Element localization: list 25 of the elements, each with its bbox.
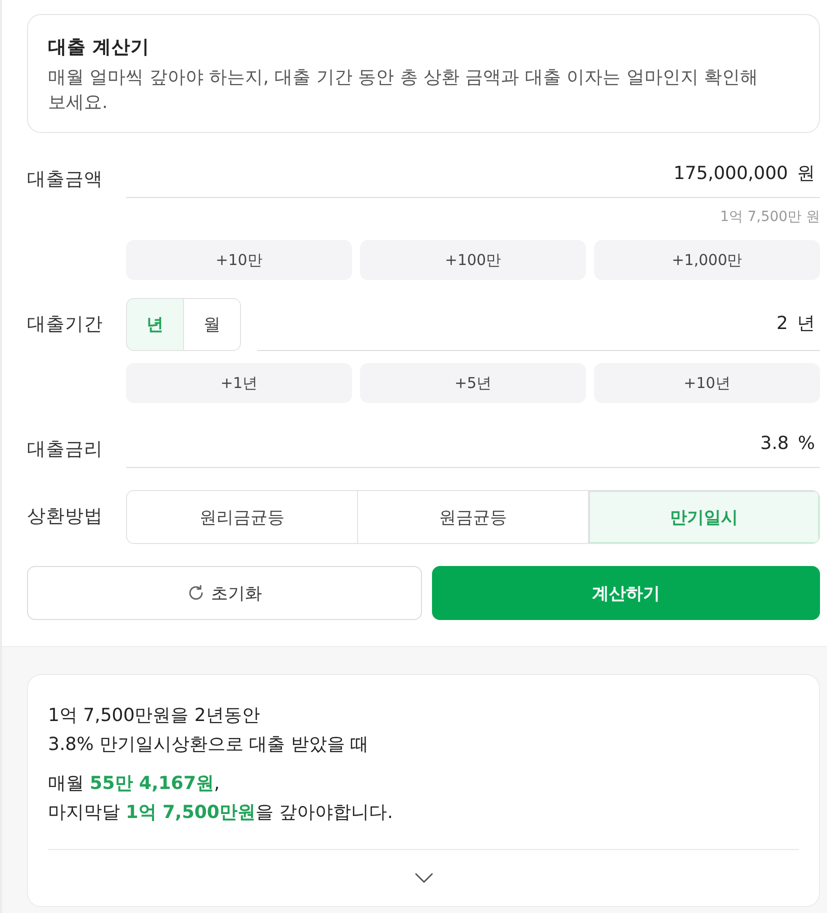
amount-hint: 1억 7,500만 원 bbox=[719, 208, 820, 227]
payment-text: 매월 55만 4,167원, bbox=[48, 772, 221, 796]
refresh-icon bbox=[187, 584, 205, 602]
increment-button[interactable]: +1년 bbox=[126, 363, 352, 403]
increment-button[interactable]: +1,000만 bbox=[594, 240, 820, 280]
field-label: 대출금리 bbox=[27, 438, 104, 462]
intro-title: 대출 계산기 bbox=[48, 36, 150, 60]
field-label: 상환방법 bbox=[27, 505, 104, 529]
input-field[interactable]: 3.8 % bbox=[126, 421, 820, 468]
input-field[interactable]: 2 년 bbox=[257, 298, 820, 351]
result-summary: 3.8% 만기일시상환으로 대출 받았을 때 bbox=[48, 733, 370, 757]
increment-button[interactable]: +5년 bbox=[360, 363, 586, 403]
unit-tab[interactable]: 월 bbox=[183, 299, 240, 350]
intro-description: 매월 얼마씩 갚아야 하는지, 대출 기간 동안 총 상환 금액과 대출 이자는 얼마인지 확인해 보세요. bbox=[48, 66, 760, 115]
field-label: 대출기간 bbox=[27, 312, 104, 336]
increment-button[interactable]: +10년 bbox=[594, 363, 820, 403]
field-label: 대출금액 bbox=[27, 168, 104, 192]
increment-button[interactable]: +10만 bbox=[126, 240, 352, 280]
payment-text: 마지막달 1억 7,500만원을 갚아야합니다. bbox=[48, 801, 394, 825]
increment-button[interactable]: +100만 bbox=[360, 240, 586, 280]
expand-button[interactable] bbox=[414, 873, 432, 883]
input-field[interactable]: 175,000,000 원 bbox=[126, 151, 820, 198]
chevron-down-icon bbox=[414, 873, 432, 883]
result-summary: 1억 7,500만원을 2년동안 bbox=[48, 704, 261, 728]
reset-button[interactable]: 초기화 bbox=[27, 566, 422, 620]
